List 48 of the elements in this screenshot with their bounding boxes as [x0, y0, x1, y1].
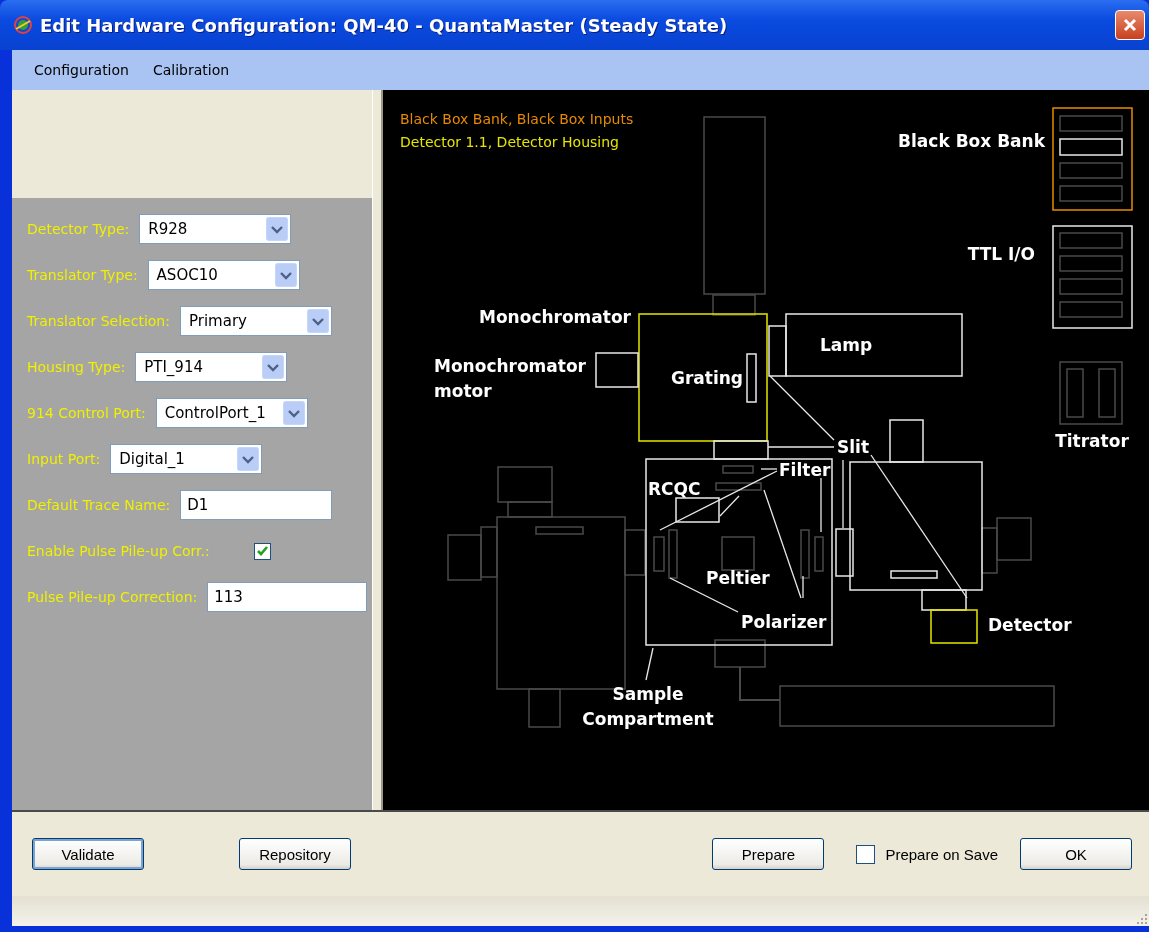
field-label: Enable Pulse Pile-up Corr.:: [27, 543, 210, 559]
field-label: Housing Type:: [27, 359, 126, 375]
input-field[interactable]: D1: [180, 490, 333, 520]
component-label: Detector: [988, 615, 1072, 635]
component-label: Grating: [671, 368, 744, 388]
dropdown-field[interactable]: PTI_914: [135, 352, 288, 382]
field-label: Translator Selection:: [27, 313, 170, 329]
component-label: Monochromator motor: [434, 356, 586, 401]
component-label: Filter: [779, 460, 831, 480]
app-icon: [12, 15, 34, 35]
selection-text: Black Box Bank, Black Box Inputs: [400, 111, 634, 127]
component-label: Lamp: [820, 335, 873, 355]
dialog-button[interactable]: Repository: [239, 838, 351, 870]
checkbox-label[interactable]: Prepare on Save: [885, 845, 998, 863]
dropdown-field[interactable]: Primary: [179, 306, 332, 336]
dropdown-field[interactable]: R928: [139, 214, 292, 244]
field-label: Translator Type:: [27, 267, 138, 283]
resize-grip-icon[interactable]: [1135, 912, 1149, 926]
dialog-button[interactable]: Validate: [32, 838, 144, 870]
component-label: Sample Compartment: [582, 684, 714, 729]
dropdown-field[interactable]: Digital_1: [110, 444, 263, 474]
component-label: RCQC: [648, 479, 701, 499]
component-label: TTL I/O: [967, 244, 1035, 264]
splitter[interactable]: [372, 90, 383, 810]
component-label: Titrator: [1055, 431, 1129, 451]
field-label: 914 Control Port:: [27, 405, 146, 421]
component-label: Polarizer: [741, 612, 827, 632]
menu-item[interactable]: Configuration: [22, 58, 141, 82]
component-label: Black Box Bank: [898, 131, 1045, 151]
window-title: Edit Hardware Configuration: QM-40 - QuantaMaster (Steady State): [40, 14, 729, 36]
menu-item[interactable]: Calibration: [140, 58, 242, 82]
dropdown-field[interactable]: ControlPort_1: [155, 398, 308, 428]
selection-text: Detector 1.1, Detector Housing: [400, 134, 619, 150]
component-label: Peltier: [706, 568, 770, 588]
prepare-button[interactable]: Prepare: [712, 838, 825, 870]
close-icon: [1122, 17, 1138, 33]
checkbox[interactable]: [856, 844, 876, 864]
component-label: Slit: [837, 437, 870, 457]
field-label: Detector Type:: [27, 221, 130, 237]
field-label: Input Port:: [27, 451, 101, 467]
input-field[interactable]: 113: [207, 582, 368, 612]
checkbox[interactable]: [253, 542, 271, 560]
component-label: Monochromator: [479, 307, 631, 327]
close-button[interactable]: [1115, 10, 1145, 40]
dropdown-field[interactable]: ASOC10: [147, 260, 300, 290]
field-label: Pulse Pile-up Correction:: [27, 589, 198, 605]
ok-button[interactable]: OK: [1020, 838, 1132, 870]
field-label: Default Trace Name:: [27, 497, 171, 513]
